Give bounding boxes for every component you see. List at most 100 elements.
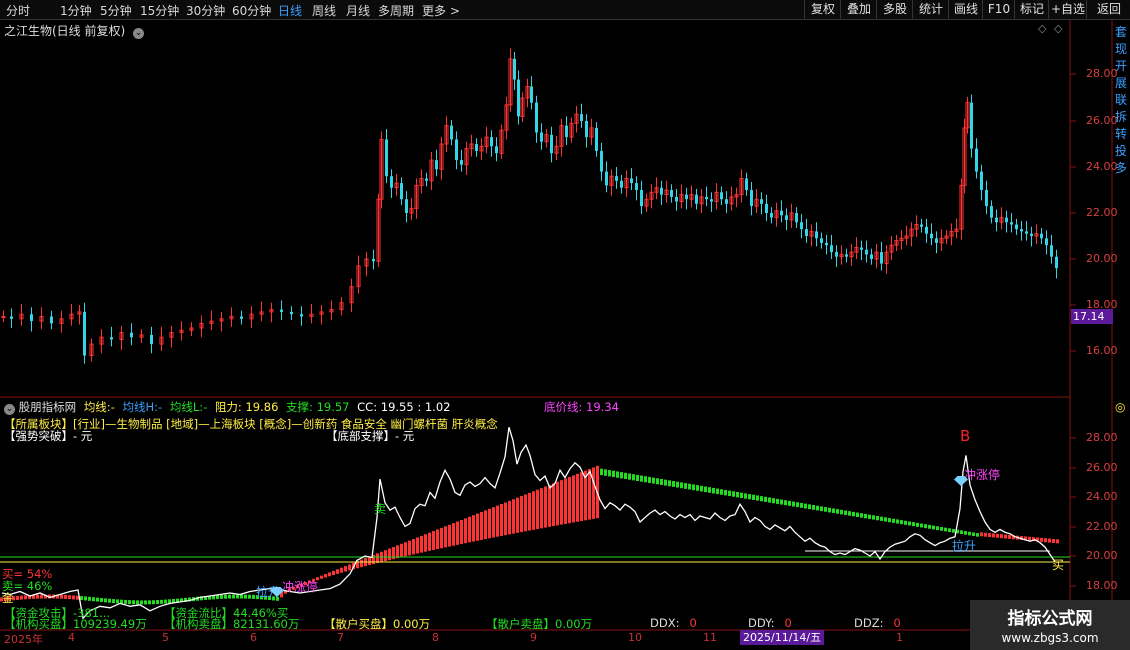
f10-button[interactable]: F10 bbox=[982, 0, 1015, 19]
mah-value: - bbox=[158, 400, 163, 414]
trend-bar bbox=[768, 497, 771, 503]
trend-bar bbox=[592, 467, 595, 519]
candle-body bbox=[589, 127, 594, 138]
trend-bar bbox=[416, 537, 419, 554]
candle-body bbox=[1034, 233, 1039, 237]
trend-bar bbox=[148, 600, 151, 605]
gold-label: 金 bbox=[2, 591, 14, 605]
candle-body bbox=[525, 86, 530, 99]
mark-button[interactable]: 标记 bbox=[1014, 0, 1049, 19]
period-tab-60min[interactable]: 60分钟 bbox=[232, 2, 271, 19]
trend-bar bbox=[436, 529, 439, 550]
trend-bar bbox=[428, 532, 431, 551]
candle-body bbox=[229, 316, 234, 320]
overlay-button[interactable]: 叠加 bbox=[840, 0, 877, 19]
period-tab-monthly[interactable]: 月线 bbox=[346, 2, 370, 19]
candle-body bbox=[508, 58, 513, 106]
trend-bar bbox=[808, 504, 811, 510]
candle-body bbox=[990, 206, 993, 218]
candle-body bbox=[849, 251, 854, 258]
chevron-down-icon[interactable]: ⌄ bbox=[133, 28, 145, 39]
pull-label-2: 拉升 bbox=[952, 539, 977, 553]
trend-bar bbox=[1032, 537, 1035, 542]
trend-bar bbox=[632, 474, 635, 481]
trend-bar bbox=[388, 548, 391, 561]
candle-body bbox=[660, 187, 663, 195]
trend-bar bbox=[560, 480, 563, 525]
trend-bar bbox=[972, 532, 975, 536]
sub-right-vertical-text: ◎ bbox=[1115, 400, 1126, 414]
date-label-10: 10 bbox=[628, 631, 642, 644]
trend-bar bbox=[636, 474, 639, 482]
candle-body bbox=[1010, 222, 1013, 225]
trend-bar bbox=[584, 470, 587, 521]
retail-sell-label: 【散户卖盘】 bbox=[486, 617, 555, 631]
period-tab-weekly[interactable]: 周线 bbox=[312, 2, 336, 19]
back-button[interactable]: 返回 bbox=[1086, 0, 1130, 19]
trend-bar bbox=[464, 518, 467, 544]
candle-body bbox=[329, 309, 334, 313]
retail-sell-value: 0.00万 bbox=[555, 617, 593, 631]
date-label-8: 8 bbox=[432, 631, 439, 644]
trend-bar bbox=[656, 478, 659, 485]
trend-bar bbox=[332, 570, 335, 576]
candle-body bbox=[809, 230, 814, 237]
trend-bar bbox=[664, 479, 667, 486]
current-price-tag: 17.14 bbox=[1071, 309, 1113, 324]
trend-bar bbox=[208, 595, 211, 600]
trend-bar bbox=[640, 475, 643, 482]
multi-stock-button[interactable]: 多股 bbox=[876, 0, 913, 19]
candle-body bbox=[400, 183, 403, 200]
candle-body bbox=[130, 332, 133, 338]
candle-body bbox=[1030, 233, 1033, 236]
chevron-down-icon[interactable]: ⌄ bbox=[4, 404, 15, 415]
candle-body bbox=[290, 311, 293, 315]
candle-body bbox=[710, 199, 713, 202]
candle-body bbox=[760, 199, 763, 204]
trend-bar bbox=[612, 470, 615, 478]
candle-body bbox=[600, 150, 603, 172]
candle-body bbox=[479, 145, 484, 152]
trend-bar bbox=[68, 595, 71, 600]
period-tab-multi[interactable]: 多周期 bbox=[378, 2, 414, 19]
candle-body bbox=[1050, 245, 1053, 257]
trend-bar bbox=[824, 507, 827, 512]
candle-body bbox=[635, 183, 638, 190]
add-watchlist-button[interactable]: +自选 bbox=[1048, 0, 1087, 19]
candle-body bbox=[530, 86, 533, 103]
restore-rights-button[interactable]: 复权 bbox=[804, 0, 841, 19]
trend-bar bbox=[364, 558, 367, 567]
trend-bar bbox=[924, 524, 927, 529]
trend-bar bbox=[912, 522, 915, 527]
period-tab-15min[interactable]: 15分钟 bbox=[140, 2, 179, 19]
trend-bar bbox=[324, 574, 327, 578]
trend-bar bbox=[880, 516, 883, 521]
trend-bar bbox=[792, 501, 795, 507]
period-tab-1min[interactable]: 1分钟 bbox=[60, 2, 92, 19]
candle-body bbox=[99, 336, 104, 345]
trend-bar bbox=[516, 497, 519, 533]
trend-bar bbox=[660, 478, 663, 485]
trend-bar bbox=[172, 598, 175, 603]
period-tab-more[interactable]: 更多 > bbox=[422, 2, 460, 19]
trend-bar bbox=[116, 599, 119, 604]
diamond-icon[interactable]: ◇ bbox=[1038, 22, 1046, 35]
trend-bar bbox=[748, 494, 751, 500]
candle-body bbox=[550, 134, 553, 154]
trend-bar bbox=[760, 496, 763, 502]
draw-line-button[interactable]: 画线 bbox=[948, 0, 983, 19]
restore-icon[interactable]: ◇ bbox=[1054, 22, 1062, 35]
statistics-button[interactable]: 统计 bbox=[912, 0, 949, 19]
period-tab-daily[interactable]: 日线 bbox=[278, 2, 302, 19]
period-tab-fenshi[interactable]: 分时 bbox=[6, 2, 30, 19]
candle-body bbox=[464, 148, 469, 166]
trend-bar bbox=[596, 465, 599, 519]
candle-body bbox=[429, 159, 434, 182]
period-tab-5min[interactable]: 5分钟 bbox=[100, 2, 132, 19]
trend-bar bbox=[488, 508, 491, 539]
trend-bar bbox=[920, 523, 923, 528]
trend-bar bbox=[948, 528, 951, 533]
period-tab-30min[interactable]: 30分钟 bbox=[186, 2, 225, 19]
trend-bar bbox=[108, 598, 111, 603]
candle-body bbox=[69, 313, 74, 320]
